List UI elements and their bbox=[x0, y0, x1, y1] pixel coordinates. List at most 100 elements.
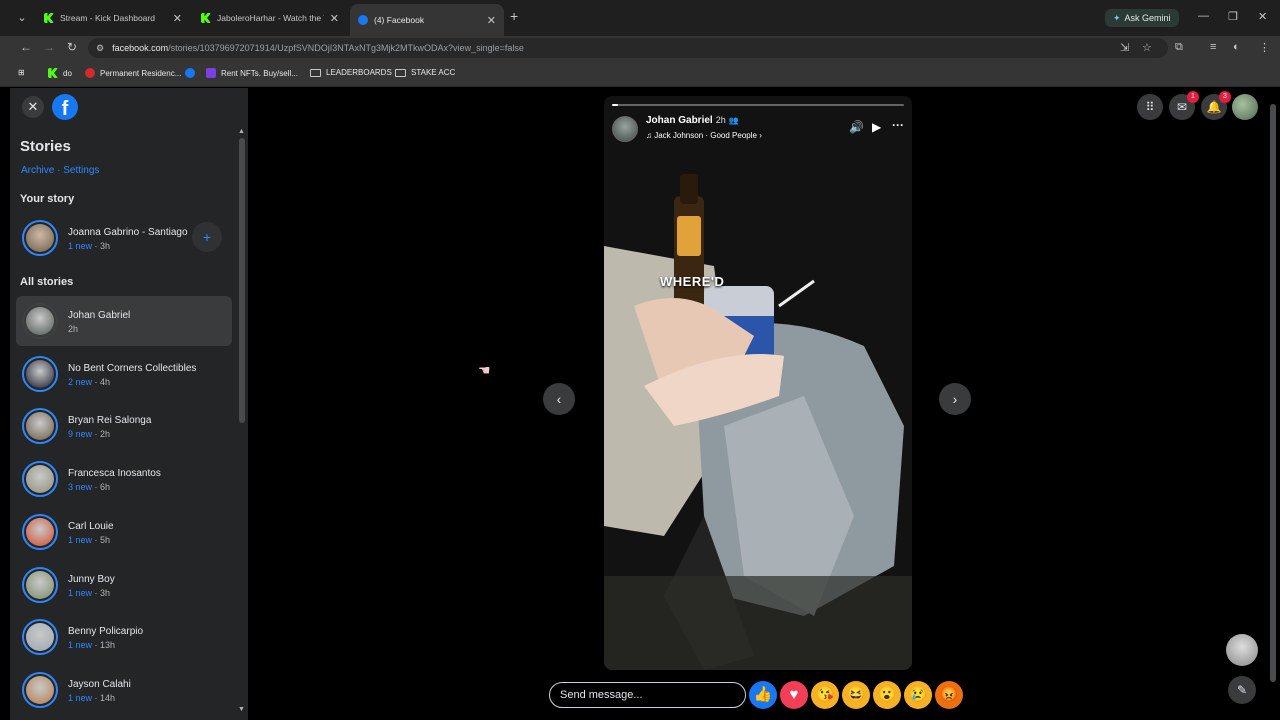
play-icon[interactable]: ▶ bbox=[872, 120, 881, 134]
minimize-icon[interactable]: — bbox=[1198, 10, 1209, 22]
story-list-item[interactable]: Carl Louie 1 new · 5h bbox=[16, 507, 232, 557]
story-list-item[interactable]: Bryan Rei Salonga 9 new · 2h bbox=[16, 401, 232, 451]
kick-icon bbox=[201, 13, 211, 23]
close-stories-button[interactable]: ✕ bbox=[22, 96, 44, 118]
maple-icon bbox=[85, 68, 95, 78]
story-time: 2h bbox=[68, 324, 79, 334]
close-icon[interactable]: ✕ bbox=[330, 12, 339, 25]
heart-icon[interactable]: ♥ bbox=[780, 681, 808, 709]
kick-icon bbox=[44, 13, 54, 23]
bookmark-label: LEADERBOARDS bbox=[326, 68, 392, 77]
story-list-item[interactable]: Junny Boy 1 new · 3h bbox=[16, 560, 232, 610]
settings-link[interactable]: Settings bbox=[63, 165, 99, 176]
facebook-logo-icon[interactable]: f bbox=[52, 94, 78, 120]
tab-title: JaboleroHarhar - Watch the VO bbox=[217, 13, 324, 23]
bookmark-do[interactable]: do bbox=[48, 68, 72, 78]
story-author-name: Johan Gabriel bbox=[646, 115, 713, 126]
story-list-item[interactable]: Johan Gabriel 2h bbox=[16, 296, 232, 346]
messenger-icon[interactable]: ✉ 1 bbox=[1169, 91, 1199, 120]
tab-facebook[interactable]: (4) Facebook ✕ bbox=[350, 4, 504, 36]
sad-icon[interactable]: 😢 bbox=[904, 681, 932, 709]
next-story-button[interactable]: › bbox=[939, 383, 971, 415]
bookmark-star-icon[interactable]: ☆ bbox=[1142, 41, 1152, 54]
scroll-down-icon[interactable]: ▼ bbox=[238, 706, 245, 713]
previous-story-button[interactable]: ‹ bbox=[543, 383, 575, 415]
compose-message-icon[interactable]: ✎ bbox=[1228, 676, 1256, 704]
bookmark-facebook[interactable] bbox=[185, 68, 200, 78]
apps-grid-icon[interactable]: ⊞ bbox=[18, 68, 25, 77]
new-count: 1 new bbox=[68, 241, 93, 251]
bookmark-stake-acc[interactable]: STAKE ACC bbox=[395, 68, 455, 77]
story-music[interactable]: ♫ Jack Johnson · Good People › bbox=[646, 131, 762, 140]
notifications-bell-icon[interactable]: 🔔 3 bbox=[1201, 91, 1231, 120]
story-meta: 2h bbox=[68, 324, 78, 334]
story-image bbox=[604, 96, 912, 670]
new-count: 2 new bbox=[68, 376, 93, 387]
avatar bbox=[22, 513, 58, 550]
bookmark-permanent-residence[interactable]: Permanent Residenc... bbox=[85, 68, 181, 78]
bookmark-rent-nfts[interactable]: Rent NFTs. Buy/sell... bbox=[206, 68, 298, 78]
profile-icon[interactable]: ◐ bbox=[1233, 41, 1240, 53]
media-icon[interactable]: ≡ bbox=[1210, 41, 1216, 53]
url-path: /stories/103796972071914/UzpfSVNDOjI3NTA… bbox=[168, 43, 524, 53]
story-list-item[interactable]: Benny Policarpio 1 new · 13h bbox=[16, 612, 232, 662]
avatar bbox=[22, 408, 58, 445]
bookmark-label: Permanent Residenc... bbox=[100, 68, 182, 78]
story-list-item[interactable]: Jayson Calahi 1 new · 14h bbox=[16, 665, 232, 715]
install-app-icon[interactable]: ⇲ bbox=[1120, 41, 1129, 54]
new-tab-button[interactable]: + bbox=[510, 8, 518, 24]
scroll-thumb[interactable] bbox=[239, 138, 245, 423]
bookmark-leaderboards[interactable]: LEADERBOARDS bbox=[310, 68, 392, 77]
menu-kebab-icon[interactable]: ⋮ bbox=[1259, 41, 1270, 54]
address-bar[interactable]: ⚙ facebook.com/stories/103796972071914/U… bbox=[88, 38, 1168, 58]
chat-head-avatar[interactable] bbox=[1226, 634, 1258, 666]
scroll-up-icon[interactable]: ▲ bbox=[238, 128, 245, 135]
messenger-badge: 1 bbox=[1187, 91, 1199, 103]
tab-search-icon[interactable]: ⌄ bbox=[14, 10, 30, 26]
kiss-icon[interactable]: 😘 bbox=[811, 681, 839, 709]
story-author-name: Jayson Calahi bbox=[68, 678, 131, 690]
back-icon[interactable]: ← bbox=[20, 40, 32, 54]
page-scrollbar[interactable] bbox=[1270, 94, 1276, 706]
like-icon[interactable]: 👍 bbox=[749, 681, 777, 709]
extensions-icon[interactable]: ⧉ bbox=[1175, 41, 1183, 54]
story-list-item[interactable]: Francesca Inosantos 3 new · 6h bbox=[16, 454, 232, 504]
account-avatar[interactable] bbox=[1232, 94, 1258, 120]
add-story-button[interactable]: + bbox=[192, 222, 222, 252]
reply-input[interactable]: Send message... bbox=[549, 682, 746, 708]
story-meta: 1 new · 3h bbox=[68, 241, 111, 251]
ask-gemini-button[interactable]: ✦ Ask Gemini bbox=[1105, 9, 1179, 27]
volume-icon[interactable]: 🔊 bbox=[849, 120, 864, 134]
sidebar-scrollbar[interactable]: ▲ ▼ bbox=[238, 128, 245, 713]
menu-grid-icon[interactable]: ⠿ bbox=[1137, 94, 1163, 120]
story-author[interactable]: Johan Gabriel 2h 👥 bbox=[646, 115, 738, 126]
story-author-name: Carl Louie bbox=[68, 520, 114, 532]
hand-cursor-icon: ☚ bbox=[478, 362, 491, 378]
close-icon[interactable]: ✕ bbox=[173, 12, 182, 25]
story-meta: 1 new · 13h bbox=[68, 640, 116, 651]
notifications-badge: 3 bbox=[1219, 91, 1231, 103]
story-time: 14h bbox=[100, 692, 116, 703]
reload-icon[interactable]: ↻ bbox=[67, 40, 77, 54]
forward-icon[interactable]: → bbox=[43, 40, 55, 54]
story-author-avatar[interactable] bbox=[612, 116, 638, 142]
story-list-item[interactable]: No Bent Corners Collectibles 2 new · 4h bbox=[16, 349, 232, 399]
more-options-icon[interactable]: ··· bbox=[892, 118, 904, 132]
scroll-thumb[interactable] bbox=[1270, 104, 1276, 682]
angry-icon[interactable]: 😡 bbox=[935, 681, 963, 709]
folder-icon bbox=[395, 68, 406, 77]
facebook-icon bbox=[358, 15, 368, 25]
close-icon[interactable]: ✕ bbox=[487, 14, 496, 27]
site-info-icon[interactable]: ⚙ bbox=[96, 43, 104, 54]
laugh-icon[interactable]: 😆 bbox=[842, 681, 870, 709]
chevron-right-icon: › bbox=[759, 131, 762, 140]
story-viewer[interactable]: Johan Gabriel 2h 👥 ♫ Jack Johnson · Good … bbox=[604, 96, 912, 670]
tab-jabolero[interactable]: JaboleroHarhar - Watch the VO ✕ bbox=[193, 6, 347, 30]
tab-kick-dashboard[interactable]: Stream - Kick Dashboard ✕ bbox=[36, 6, 190, 30]
maximize-icon[interactable]: ❐ bbox=[1228, 10, 1238, 23]
story-meta: 3 new · 6h bbox=[68, 482, 111, 493]
archive-link[interactable]: Archive bbox=[21, 165, 54, 176]
story-time: 5h bbox=[100, 534, 111, 545]
wow-icon[interactable]: 😮 bbox=[873, 681, 901, 709]
close-window-icon[interactable]: ✕ bbox=[1258, 10, 1267, 23]
